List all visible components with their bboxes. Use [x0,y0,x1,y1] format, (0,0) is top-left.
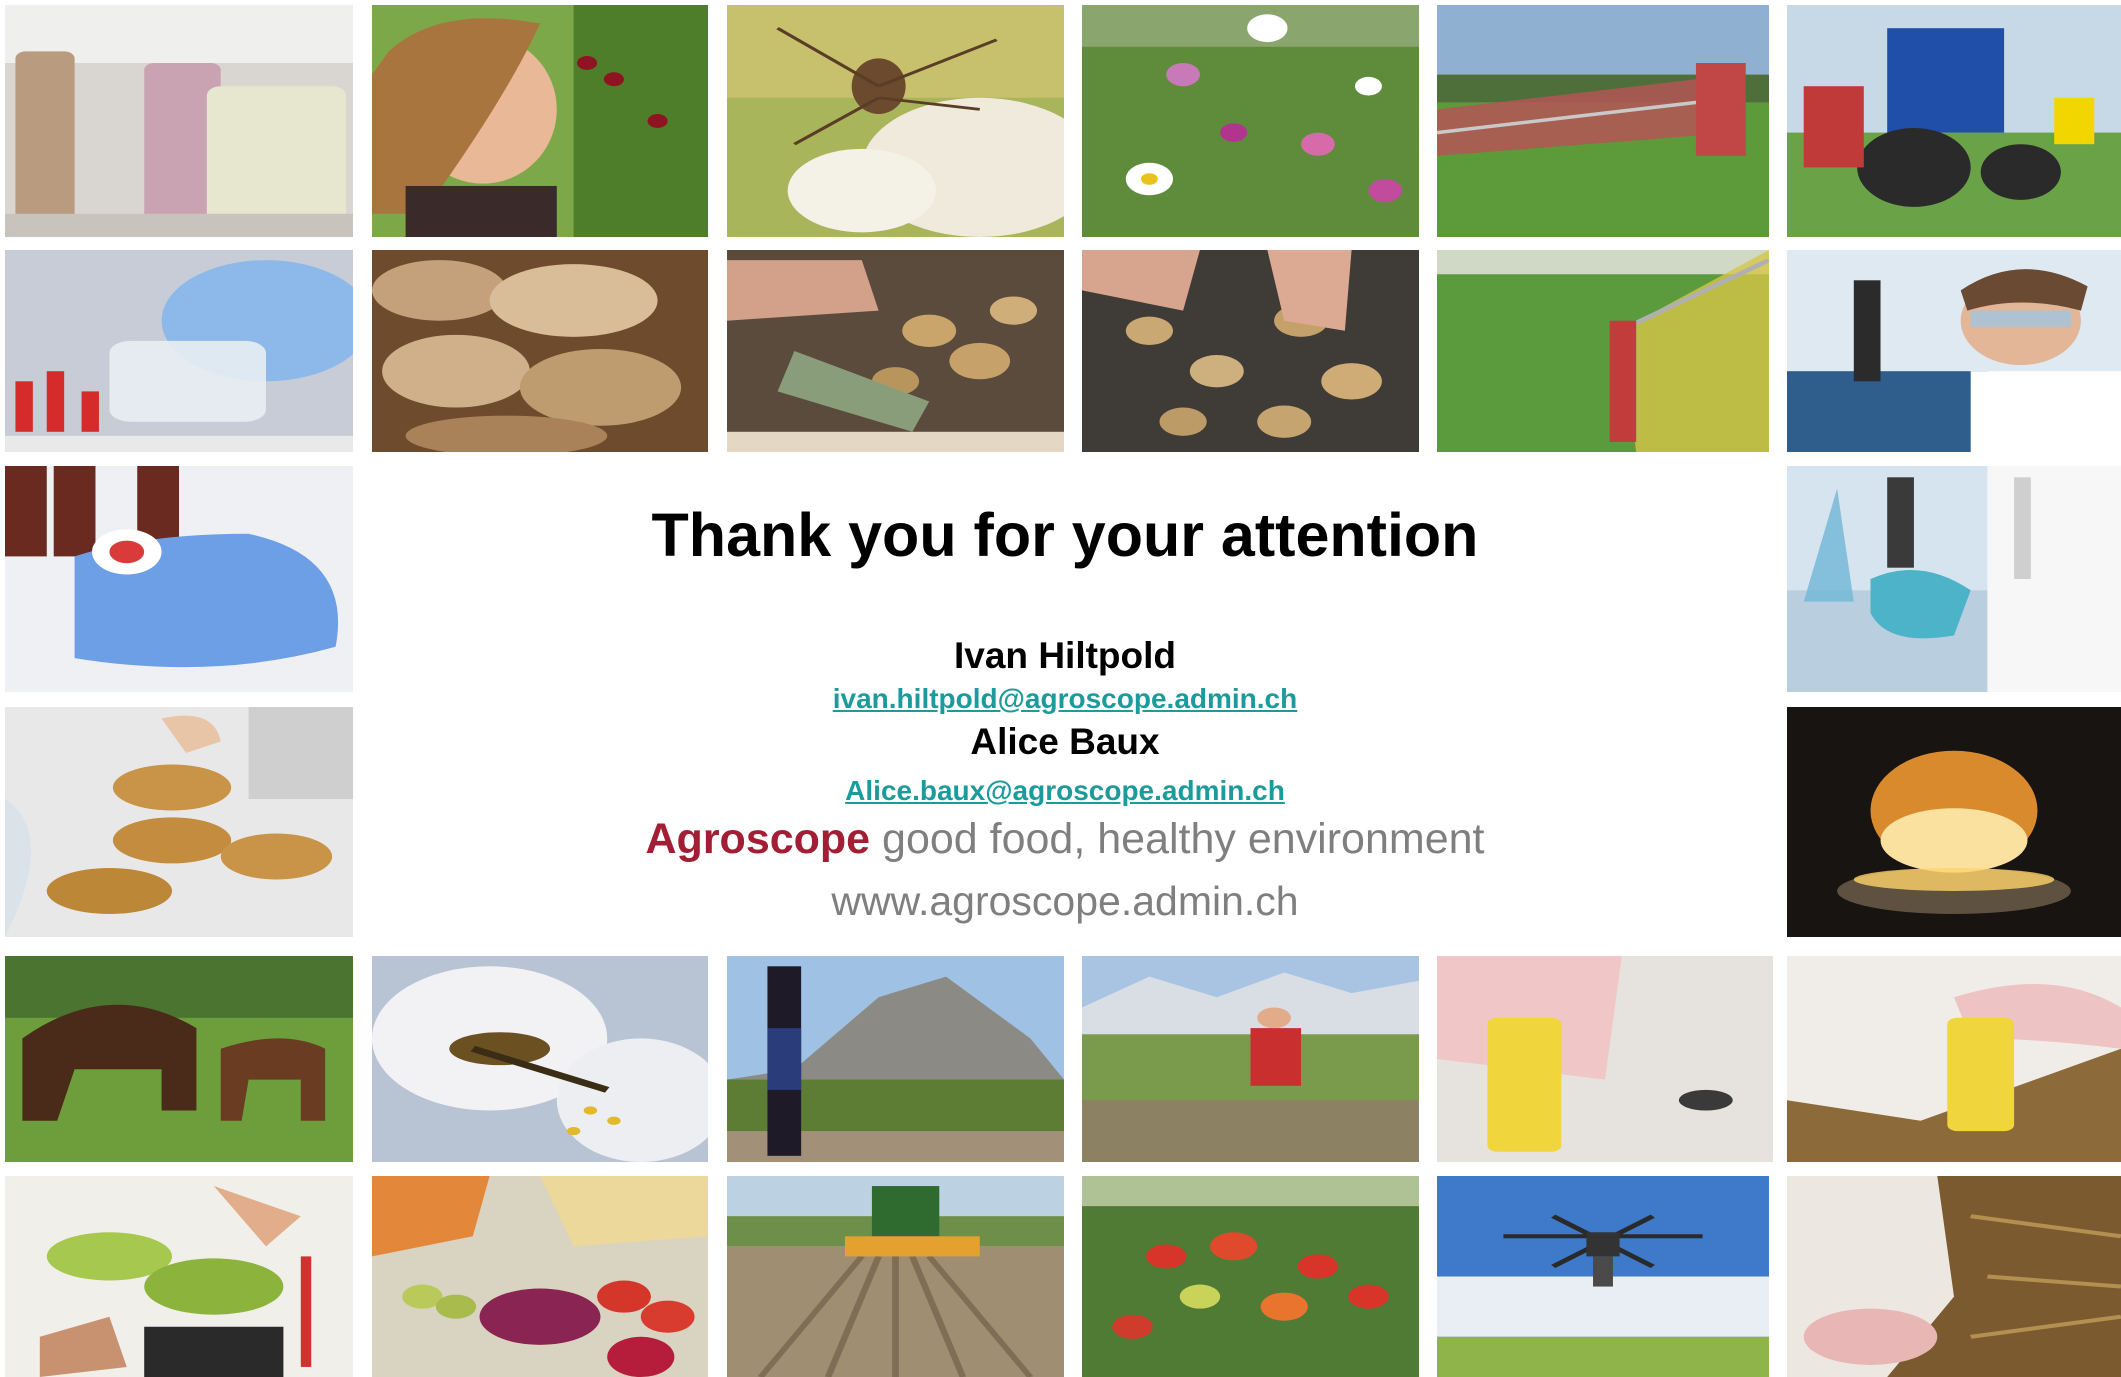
photo-bread-loaves [372,250,708,452]
photo-slurry-spreader [1437,5,1769,237]
photo-vegetables-and-cheese [372,1176,708,1377]
photo-calf-nose-straw [1787,1176,2121,1377]
photo-tractor-tilling-field [727,1176,1064,1377]
photo-insect-on-flower [727,5,1064,237]
photo-seedling-plant-hands [5,1176,353,1377]
website-url: www.agroscope.admin.ch [831,878,1299,924]
photo-lab-bottle-gloved-hand [5,466,353,692]
photo-calf-ear-tag [1437,956,1773,1162]
agroscope-tagline: Agroscope good food, healthy environment [370,815,1760,864]
photo-lab-pipette-flask [1787,466,2121,692]
photo-potato-sorting-hands [727,250,1064,452]
photo-blue-tractor [1787,5,2121,237]
photo-onion-on-lamp [1787,707,2121,937]
photo-bee-on-blossom [372,956,708,1162]
slide-title: Thank you for your attention [651,501,1479,569]
photo-meadow-flowers [1082,5,1419,237]
closing-slide-content: Thank you for your attention Ivan Hiltpo… [370,470,1760,940]
contact-email-alice-link[interactable]: Alice.baux@agroscope.admin.ch [845,775,1285,806]
contact-email-ivan-link[interactable]: ivan.hiltpold@agroscope.admin.ch [833,683,1297,714]
photo-petri-dishes [5,707,353,937]
contact-name-ivan: Ivan Hiltpold [954,635,1176,676]
photo-dairy-jars [5,5,353,237]
contact-name-alice: Alice Baux [970,721,1160,762]
photo-woman-picking-cherries [372,5,708,237]
photo-greenhouse-tomatoes [1082,1176,1419,1377]
photo-researcher-in-field [1082,956,1419,1162]
photo-white-calf-ear-tag [1787,956,2121,1162]
contact-email-ivan[interactable]: ivan.hiltpold@agroscope.admin.ch [370,683,1760,715]
photo-horses-grazing [5,956,353,1162]
contact-email-alice[interactable]: Alice.baux@agroscope.admin.ch [370,775,1760,807]
photo-scientist-microscope [1787,250,2121,452]
photo-potatoes-on-grid [1082,250,1419,452]
tagline-text: good food, healthy environment [870,815,1485,863]
photo-drone-over-field [1437,1176,1769,1377]
agroscope-brand: Agroscope [645,815,871,863]
photo-field-sprayer [1437,250,1769,452]
photo-pouring-liquid-glove [5,250,353,452]
photo-wine-bottle-vineyard [727,956,1064,1162]
